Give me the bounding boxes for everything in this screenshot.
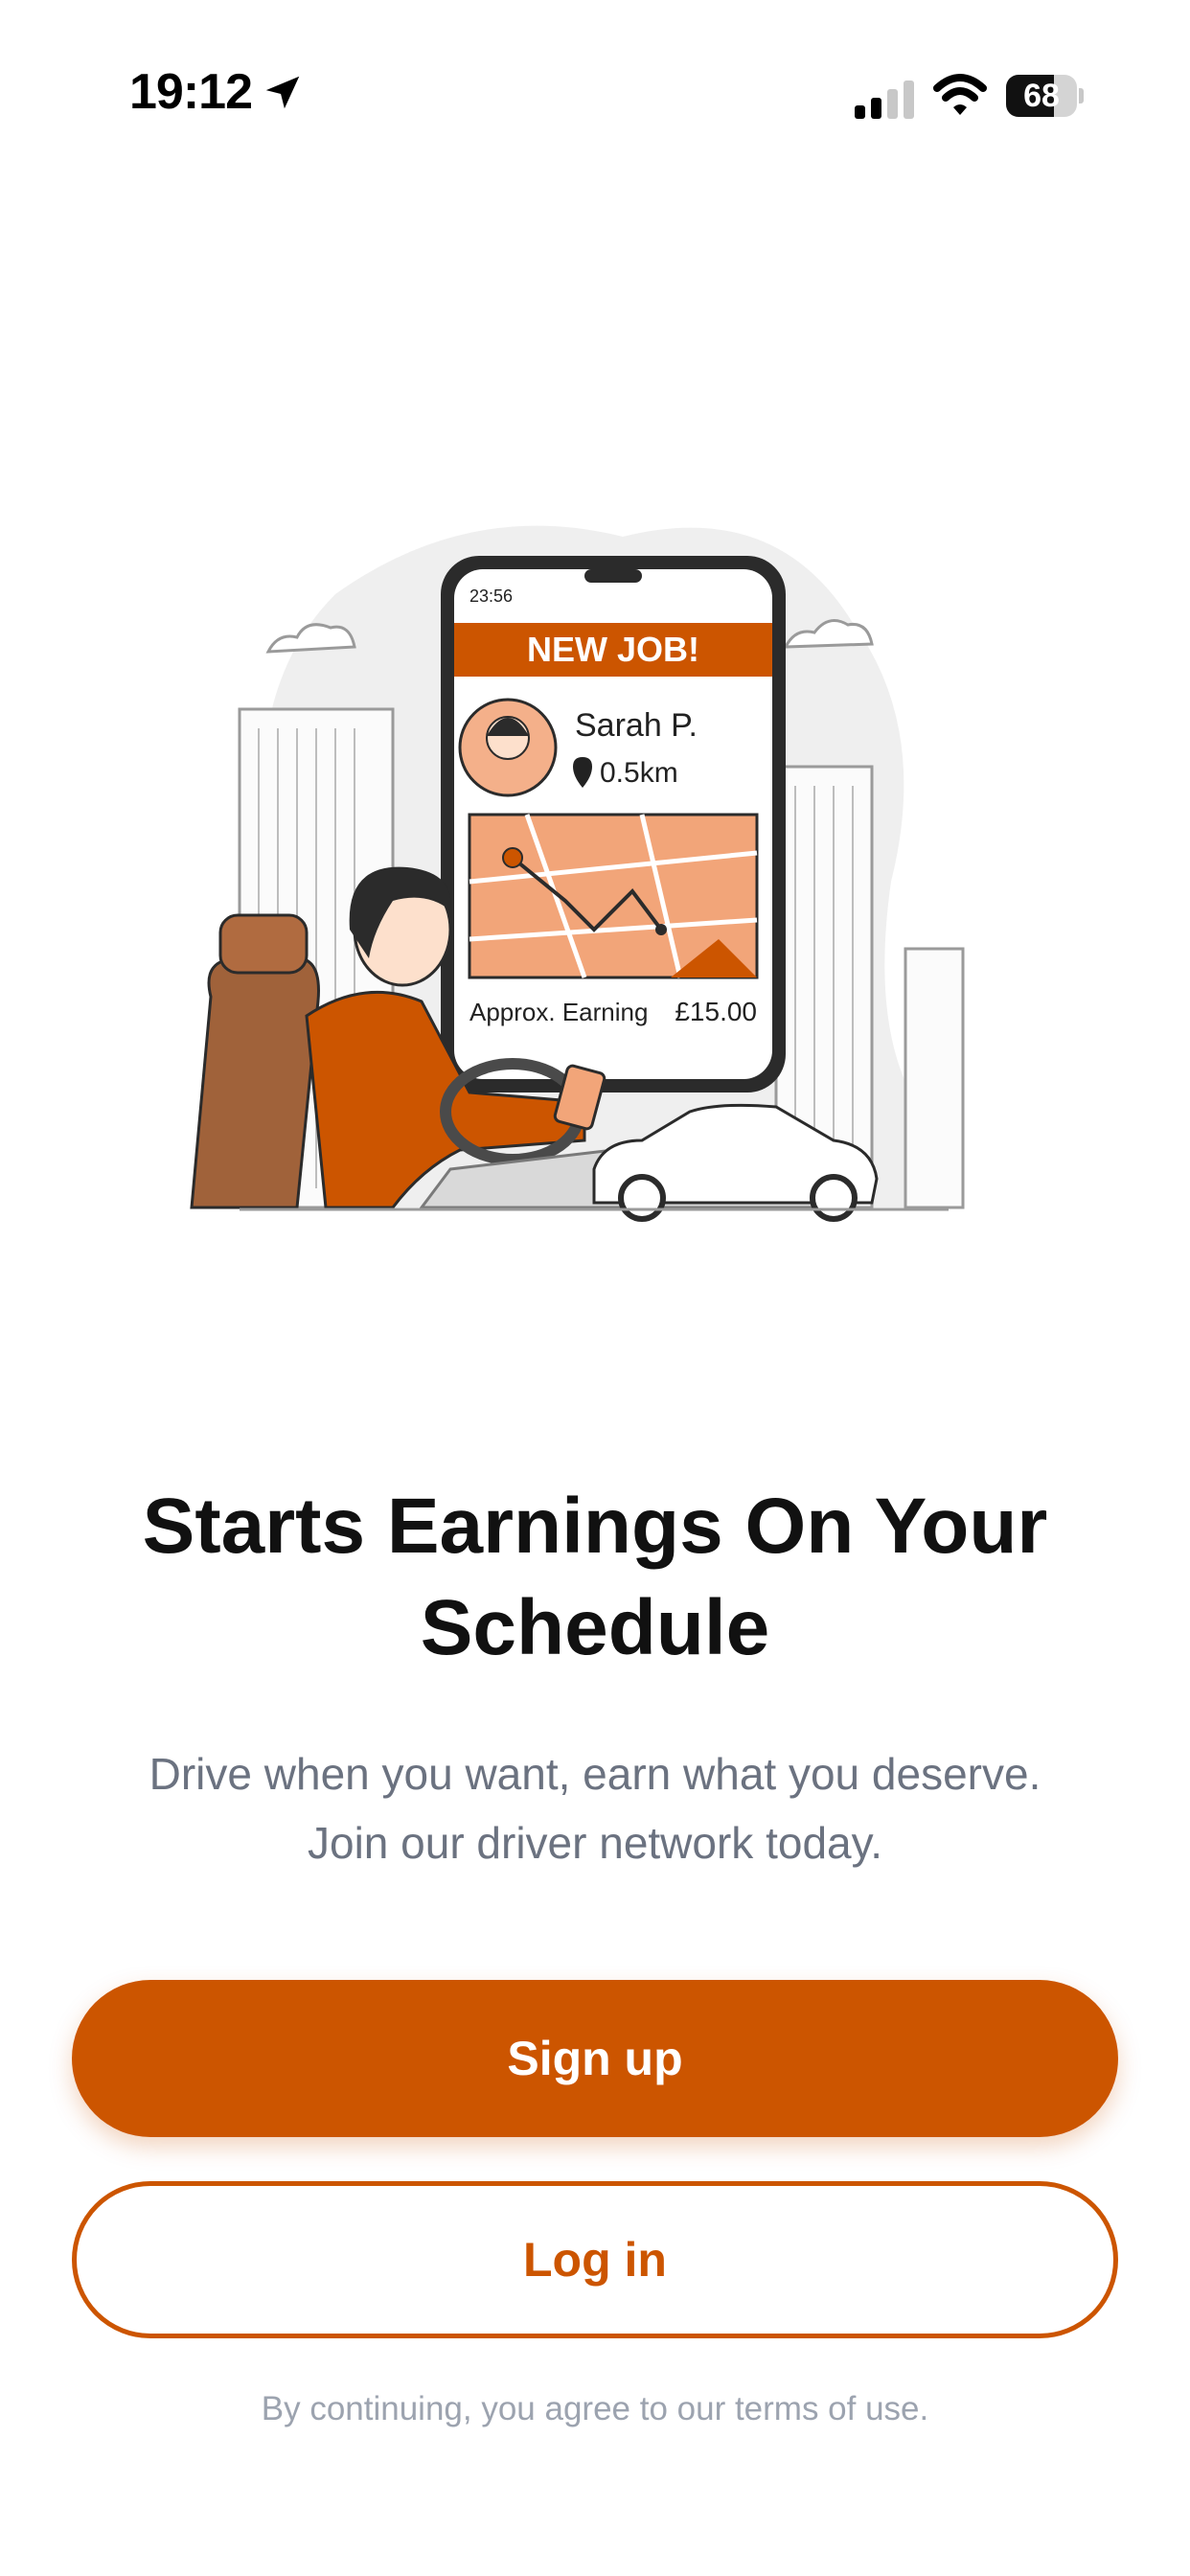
new-job-banner: NEW JOB! [527,630,699,669]
sign-up-button[interactable]: Sign up [72,1980,1118,2137]
location-arrow-icon [265,76,300,109]
battery-body: 68 [1006,75,1077,117]
log-in-button[interactable]: Log in [72,2181,1118,2338]
battery-icon: 68 [1006,75,1084,117]
page-title: Starts Earnings On Your Schedule [57,1476,1133,1679]
wifi-icon [933,74,987,115]
page-subtitle-line-1: Drive when you want, earn what you deser… [149,1749,1041,1799]
phone-time: 23:56 [469,586,513,606]
approx-earning-label: Approx. Earning [469,998,648,1026]
status-bar: 19:12 68 [0,0,1190,192]
passenger-name: Sarah P. [575,707,698,744]
page-title-line-1: Starts Earnings On Your [142,1483,1048,1570]
driver-illustration: 23:56 NEW JOB! Sarah P. 0.5km Approx. Ea… [190,525,965,1222]
terms-notice: By continuing, you agree to our terms of… [261,2390,929,2427]
page-subtitle-line-2: Join our driver network today. [308,1818,882,1868]
page-title-line-2: Schedule [420,1584,770,1671]
cellular-signal-icon [855,80,914,119]
page-subtitle: Drive when you want, earn what you deser… [77,1739,1113,1877]
sign-up-label: Sign up [507,2032,683,2085]
passenger-distance: 0.5km [600,757,678,789]
battery-percent: 68 [1023,78,1060,114]
log-in-label: Log in [523,2233,667,2287]
battery-tip [1079,88,1084,104]
approx-earning-value: £15.00 [675,997,757,1026]
status-time: 19:12 [129,64,253,120]
